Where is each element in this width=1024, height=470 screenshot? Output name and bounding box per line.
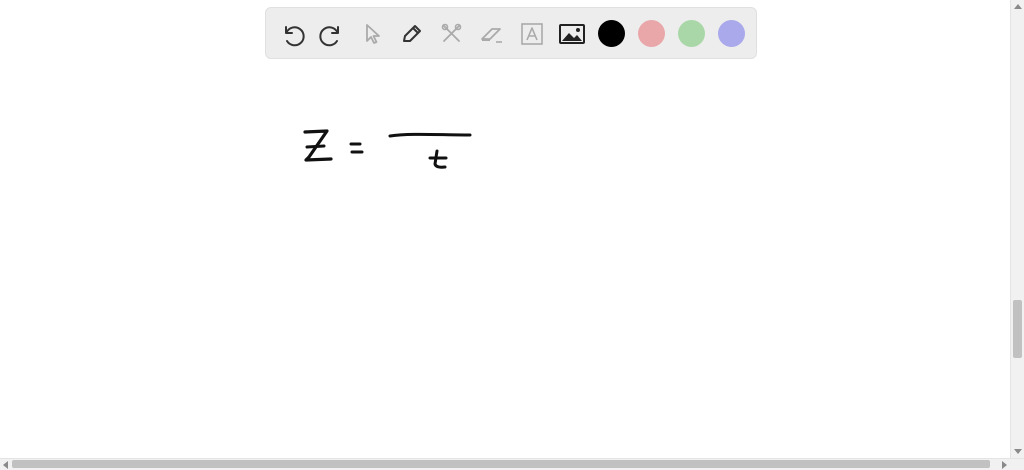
horizontal-scrollbar[interactable] <box>0 458 1024 470</box>
redo-icon <box>319 26 339 47</box>
undo-icon <box>285 26 305 47</box>
pen-button[interactable] <box>397 19 427 49</box>
scroll-left-arrow-icon[interactable] <box>3 461 8 469</box>
redo-button[interactable] <box>317 19 347 49</box>
color-red-swatch[interactable] <box>638 20 665 47</box>
vertical-scroll-thumb[interactable] <box>1013 300 1022 358</box>
color-green-swatch[interactable] <box>678 20 705 47</box>
scroll-right-arrow-icon[interactable] <box>1002 461 1007 469</box>
drawing-toolbar <box>265 7 757 59</box>
color-black-swatch[interactable] <box>598 20 625 47</box>
text-button[interactable] <box>517 19 547 49</box>
whiteboard-app <box>0 0 1024 470</box>
stroke-z-bar <box>305 144 326 149</box>
horizontal-scroll-thumb[interactable] <box>12 460 990 468</box>
drawing-canvas[interactable] <box>0 0 1010 458</box>
image-icon <box>559 24 585 44</box>
tools-button[interactable] <box>437 19 467 49</box>
select-button[interactable] <box>357 19 387 49</box>
pointer-icon <box>366 24 380 44</box>
eraser-button[interactable] <box>477 19 507 49</box>
scissors-icon <box>441 23 462 42</box>
stroke-fraction-bar <box>388 132 472 138</box>
vertical-scrollbar[interactable] <box>1010 0 1024 458</box>
pencil-icon <box>403 25 421 42</box>
scroll-up-arrow-icon[interactable] <box>1014 4 1022 9</box>
color-blue-swatch[interactable] <box>718 20 745 47</box>
handwritten-equation <box>303 129 472 169</box>
image-button[interactable] <box>557 19 587 49</box>
eraser-icon <box>481 28 502 43</box>
undo-button[interactable] <box>277 19 307 49</box>
scroll-down-arrow-icon[interactable] <box>1014 449 1022 454</box>
text-box-icon <box>521 23 543 45</box>
